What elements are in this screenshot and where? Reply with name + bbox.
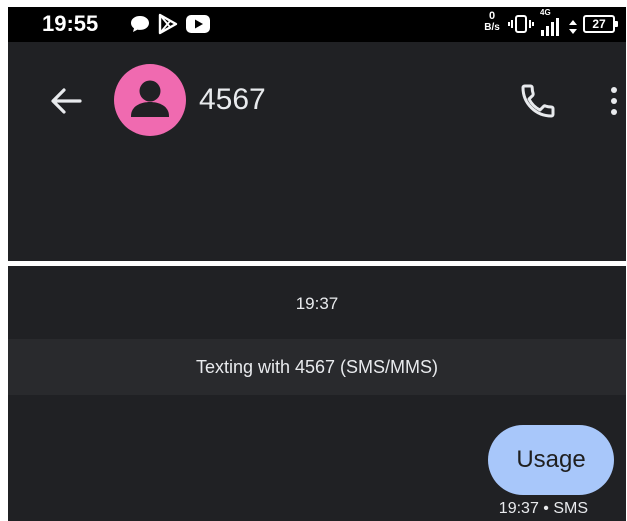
message-text: Usage (516, 446, 586, 473)
chat-bubble-icon (131, 16, 149, 32)
conversation-header-panel: 19:55 0 B/s 4G 27 4567 (8, 7, 626, 261)
more-options-button[interactable] (602, 81, 626, 121)
status-bar: 19:55 0 B/s 4G 27 (8, 7, 626, 42)
net-speed-indicator: 0 B/s (479, 10, 505, 34)
contact-avatar[interactable] (114, 64, 186, 136)
texting-info-band: Texting with 4567 (SMS/MMS) (8, 339, 626, 395)
texting-info-text: Texting with 4567 (SMS/MMS) (195, 357, 439, 377)
person-icon (131, 80, 169, 117)
vibrate-icon (508, 15, 534, 33)
message-date-label: 19:37 (295, 294, 339, 313)
network-type-label: 4G (540, 8, 551, 17)
back-arrow-icon (51, 88, 82, 114)
more-vert-icon (611, 87, 617, 115)
youtube-icon (186, 15, 210, 33)
message-meta: 19:37 • SMS (498, 500, 588, 517)
net-speed-unit: B/s (484, 22, 500, 33)
battery-level: 27 (592, 17, 606, 31)
outgoing-message-bubble[interactable]: Usage (488, 425, 614, 495)
signal-icon (541, 18, 559, 36)
call-button[interactable] (518, 81, 558, 121)
play-store-icon (158, 13, 178, 35)
back-button[interactable] (48, 85, 84, 117)
data-arrows-icon (569, 20, 577, 34)
contact-name[interactable]: 4567 (199, 83, 266, 117)
battery-icon: 27 (583, 15, 618, 33)
phone-icon (521, 84, 555, 118)
status-time: 19:55 (42, 11, 99, 36)
conversation-thread-panel: 19:37 Texting with 4567 (SMS/MMS) Usage … (8, 266, 626, 521)
net-speed-value: 0 (488, 10, 496, 22)
